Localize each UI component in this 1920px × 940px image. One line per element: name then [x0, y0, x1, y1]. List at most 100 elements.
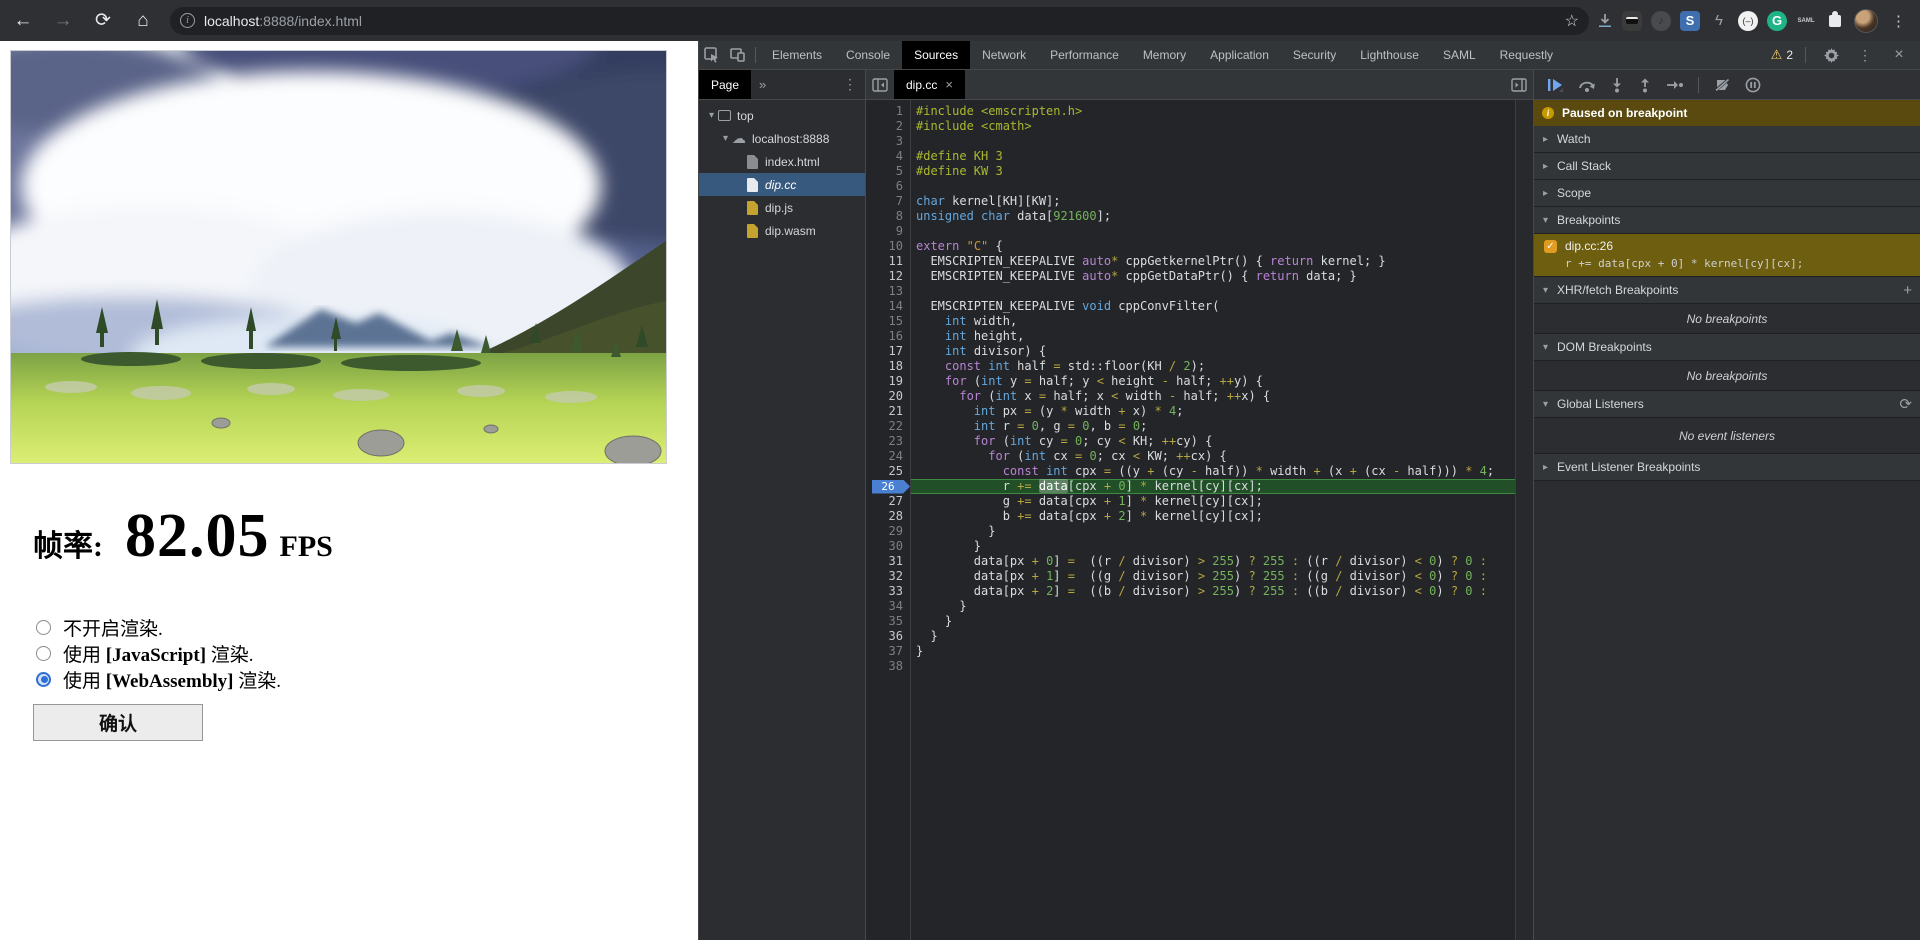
breakpoint-entry[interactable]: ✓ dip.cc:26 r += data[cpx + 0] * kernel[… [1534, 234, 1920, 277]
line-number[interactable]: 16 [866, 329, 910, 344]
line-number[interactable]: 28 [866, 509, 910, 524]
profile-avatar[interactable] [1854, 9, 1878, 33]
reload-button[interactable]: ⟳ [86, 6, 120, 36]
expand-arrow-icon[interactable]: ▾ [719, 133, 732, 144]
breakpoint-marker-icon[interactable]: 26 [872, 480, 910, 494]
back-button[interactable]: ← [6, 6, 40, 36]
line-number[interactable]: 1 [866, 104, 910, 119]
editor-scrollbar[interactable] [1515, 100, 1533, 940]
tree-item-index-html[interactable]: index.html [699, 150, 865, 173]
devtools-tab-sources[interactable]: Sources [902, 41, 970, 69]
section-event-listener-header[interactable]: ▸ Event Listener Breakpoints [1534, 454, 1920, 480]
code-line[interactable]: EMSCRIPTEN_KEEPALIVE auto* cppGetDataPtr… [911, 269, 1515, 284]
code-line[interactable] [911, 224, 1515, 239]
line-number[interactable]: 23 [866, 434, 910, 449]
code-line[interactable]: #include <cmath> [911, 119, 1515, 134]
line-number[interactable]: 30 [866, 539, 910, 554]
hide-navigator-icon[interactable] [866, 70, 894, 99]
line-number[interactable]: 35 [866, 614, 910, 629]
section-global-listeners-header[interactable]: ▾ Global Listeners ⟳ [1534, 391, 1920, 417]
radio-button[interactable] [36, 620, 51, 635]
devtools-tab-application[interactable]: Application [1198, 41, 1281, 69]
devtools-tab-performance[interactable]: Performance [1038, 41, 1131, 69]
line-number[interactable]: 31 [866, 554, 910, 569]
code-line[interactable]: } [911, 599, 1515, 614]
devtools-tab-network[interactable]: Network [970, 41, 1038, 69]
tree-item-top[interactable]: ▾top [699, 104, 865, 127]
devtools-settings-icon[interactable] [1818, 43, 1844, 67]
address-bar[interactable]: i localhost :8888/index.html ☆ [170, 7, 1589, 35]
extension-disabled-icon[interactable]: ♪ [1651, 11, 1671, 31]
code-line[interactable]: const int half = std::floor(KH / 2); [911, 359, 1515, 374]
line-number[interactable]: 4 [866, 149, 910, 164]
line-number[interactable]: 21 [866, 404, 910, 419]
line-number[interactable]: 24 [866, 449, 910, 464]
browser-menu-icon[interactable]: ⋮ [1887, 12, 1910, 30]
code-line[interactable] [911, 659, 1515, 674]
editor-code[interactable]: #include <emscripten.h>#include <cmath> … [911, 100, 1515, 940]
code-line[interactable]: int width, [911, 314, 1515, 329]
code-line[interactable]: #include <emscripten.h> [911, 104, 1515, 119]
tree-item-dip-wasm[interactable]: dip.wasm [699, 219, 865, 242]
code-line[interactable]: EMSCRIPTEN_KEEPALIVE void cppConvFilter( [911, 299, 1515, 314]
code-line[interactable]: } [911, 629, 1515, 644]
devtools-menu-icon[interactable]: ⋮ [1852, 43, 1878, 67]
line-number[interactable]: 6 [866, 179, 910, 194]
code-line[interactable]: for (int x = half; x < width - half; ++x… [911, 389, 1515, 404]
line-number[interactable]: 9 [866, 224, 910, 239]
radio-button[interactable] [36, 672, 51, 687]
code-line[interactable]: data[px + 1] = ((g / divisor) > 255) ? 2… [911, 569, 1515, 584]
site-info-icon[interactable]: i [180, 13, 195, 28]
line-number[interactable]: 25 [866, 464, 910, 479]
extensions-puzzle-icon[interactable] [1825, 11, 1845, 31]
devtools-tab-lighthouse[interactable]: Lighthouse [1348, 41, 1431, 69]
step-button[interactable] [1666, 77, 1684, 93]
refresh-listeners-icon[interactable]: ⟳ [1899, 395, 1912, 413]
code-line[interactable]: int height, [911, 329, 1515, 344]
code-line[interactable]: EMSCRIPTEN_KEEPALIVE auto* cppGetkernelP… [911, 254, 1515, 269]
devtools-tab-requestly[interactable]: Requestly [1488, 41, 1565, 69]
breakpoint-checkbox[interactable]: ✓ [1544, 240, 1557, 253]
line-number[interactable]: 27 [866, 494, 910, 509]
code-line[interactable]: g += data[cpx + 1] * kernel[cy][cx]; [911, 494, 1515, 509]
line-number[interactable]: 17 [866, 344, 910, 359]
step-into-button[interactable] [1610, 77, 1624, 93]
code-line[interactable]: #define KH 3 [911, 149, 1515, 164]
deactivate-breakpoints-button[interactable] [1713, 77, 1731, 93]
code-line[interactable]: int r = 0, g = 0, b = 0; [911, 419, 1515, 434]
navigator-menu-icon[interactable]: ⋮ [835, 76, 865, 93]
line-number[interactable]: 29 [866, 524, 910, 539]
code-line[interactable]: #define KW 3 [911, 164, 1515, 179]
line-number[interactable]: 2 [866, 119, 910, 134]
devtools-tab-memory[interactable]: Memory [1131, 41, 1198, 69]
code-line[interactable] [911, 134, 1515, 149]
show-debugger-icon[interactable] [1505, 70, 1533, 99]
line-number[interactable]: 7 [866, 194, 910, 209]
editor-gutter[interactable]: 1234567891011121314151617181920212223242… [866, 100, 911, 940]
forward-button[interactable]: → [46, 6, 80, 36]
code-line[interactable]: int divisor) { [911, 344, 1515, 359]
section-watch-header[interactable]: ▸ Watch [1534, 126, 1920, 152]
devtools-close-icon[interactable]: × [1886, 43, 1912, 67]
code-line[interactable]: } [911, 524, 1515, 539]
device-toolbar-icon[interactable] [725, 43, 751, 67]
code-line[interactable]: data[px + 0] = ((r / divisor) > 255) ? 2… [911, 554, 1515, 569]
code-line[interactable]: const int cpx = ((y + (cy - half)) * wid… [911, 464, 1515, 479]
line-number[interactable]: 5 [866, 164, 910, 179]
extension-s-icon[interactable]: S [1680, 11, 1700, 31]
devtools-tab-saml[interactable]: SAML [1431, 41, 1488, 69]
code-line[interactable]: } [911, 614, 1515, 629]
code-line[interactable]: } [911, 539, 1515, 554]
code-line[interactable]: unsigned char data[921600]; [911, 209, 1515, 224]
more-tabs-icon[interactable]: » [751, 77, 774, 92]
code-line[interactable] [911, 179, 1515, 194]
line-number[interactable]: 32 [866, 569, 910, 584]
section-xhr-header[interactable]: ▾ XHR/fetch Breakpoints + [1534, 277, 1920, 303]
code-line[interactable]: for (int cx = 0; cx < KW; ++cx) { [911, 449, 1515, 464]
option-label[interactable]: 不开启渲染. [63, 614, 163, 641]
home-button[interactable]: ⌂ [126, 6, 160, 36]
execution-line[interactable]: r += data[cpx + 0] * kernel[cy][cx]; [911, 479, 1515, 494]
code-line[interactable] [911, 284, 1515, 299]
code-line[interactable]: for (int cy = 0; cy < KH; ++cy) { [911, 434, 1515, 449]
step-over-button[interactable] [1578, 77, 1596, 93]
